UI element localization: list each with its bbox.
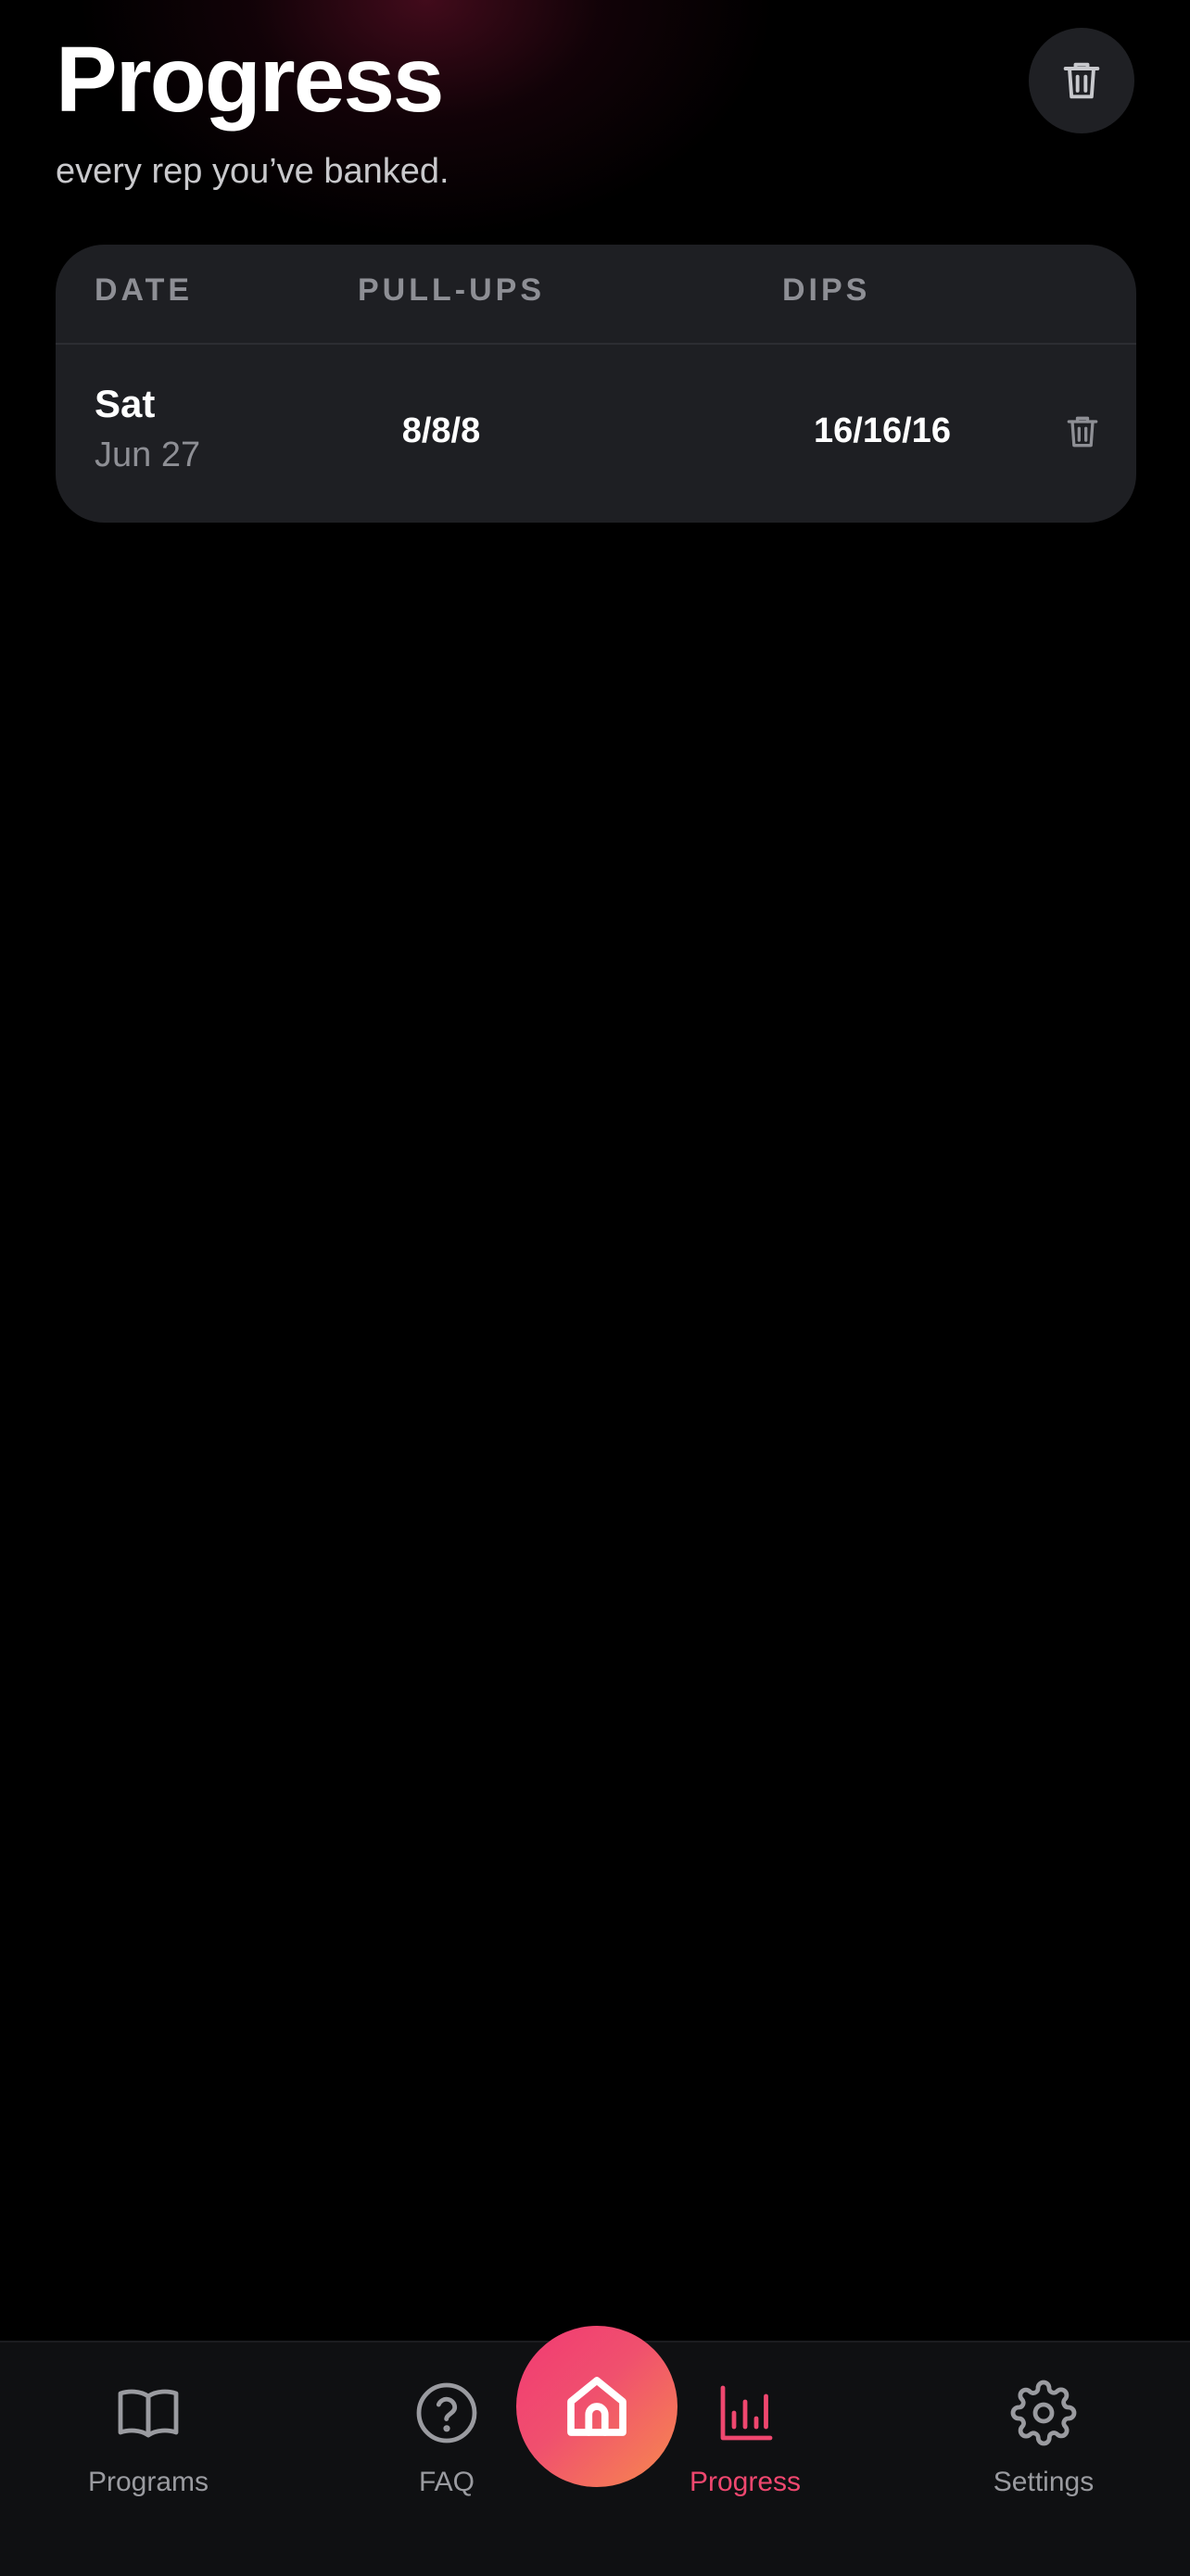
table-header: DATE PULL-UPS DIPS <box>56 245 1136 345</box>
column-header-pullups: PULL-UPS <box>358 272 545 308</box>
page-header: Progress every rep you’ve banked. <box>56 28 1134 213</box>
help-circle-icon <box>416 2382 477 2443</box>
page-title: Progress <box>56 28 445 132</box>
nav-label-programs: Programs <box>87 2467 209 2497</box>
row-date: Jun 27 <box>95 436 201 474</box>
nav-item-settings[interactable]: Settings <box>942 2380 1146 2546</box>
column-header-dips: DIPS <box>782 272 871 308</box>
gear-icon <box>1010 2380 1077 2446</box>
delete-row-button[interactable] <box>1055 404 1110 460</box>
nav-label-settings: Settings <box>993 2467 1095 2497</box>
column-header-date: DATE <box>95 272 194 308</box>
row-pullups: 8/8/8 <box>401 411 481 450</box>
book-icon <box>118 2389 179 2438</box>
nav-label-faq: FAQ <box>418 2467 475 2497</box>
row-day: Sat <box>95 382 156 425</box>
clear-all-button[interactable] <box>1029 28 1134 133</box>
trash-icon <box>1063 62 1100 99</box>
home-icon <box>567 2377 627 2436</box>
home-button[interactable] <box>516 2326 677 2487</box>
nav-item-programs[interactable]: Programs <box>46 2380 250 2546</box>
bar-chart-icon <box>720 2385 773 2441</box>
progress-table: DATE PULL-UPS DIPS Sat Jun 27 8/8/8 16/1… <box>56 245 1136 523</box>
trash-icon <box>1067 416 1098 448</box>
row-dips: 16/16/16 <box>814 411 951 450</box>
table-row: Sat Jun 27 8/8/8 16/16/16 <box>56 345 1136 523</box>
nav-label-progress: Progress <box>689 2467 802 2497</box>
page-subtitle: every rep you’ve banked. <box>56 152 449 191</box>
